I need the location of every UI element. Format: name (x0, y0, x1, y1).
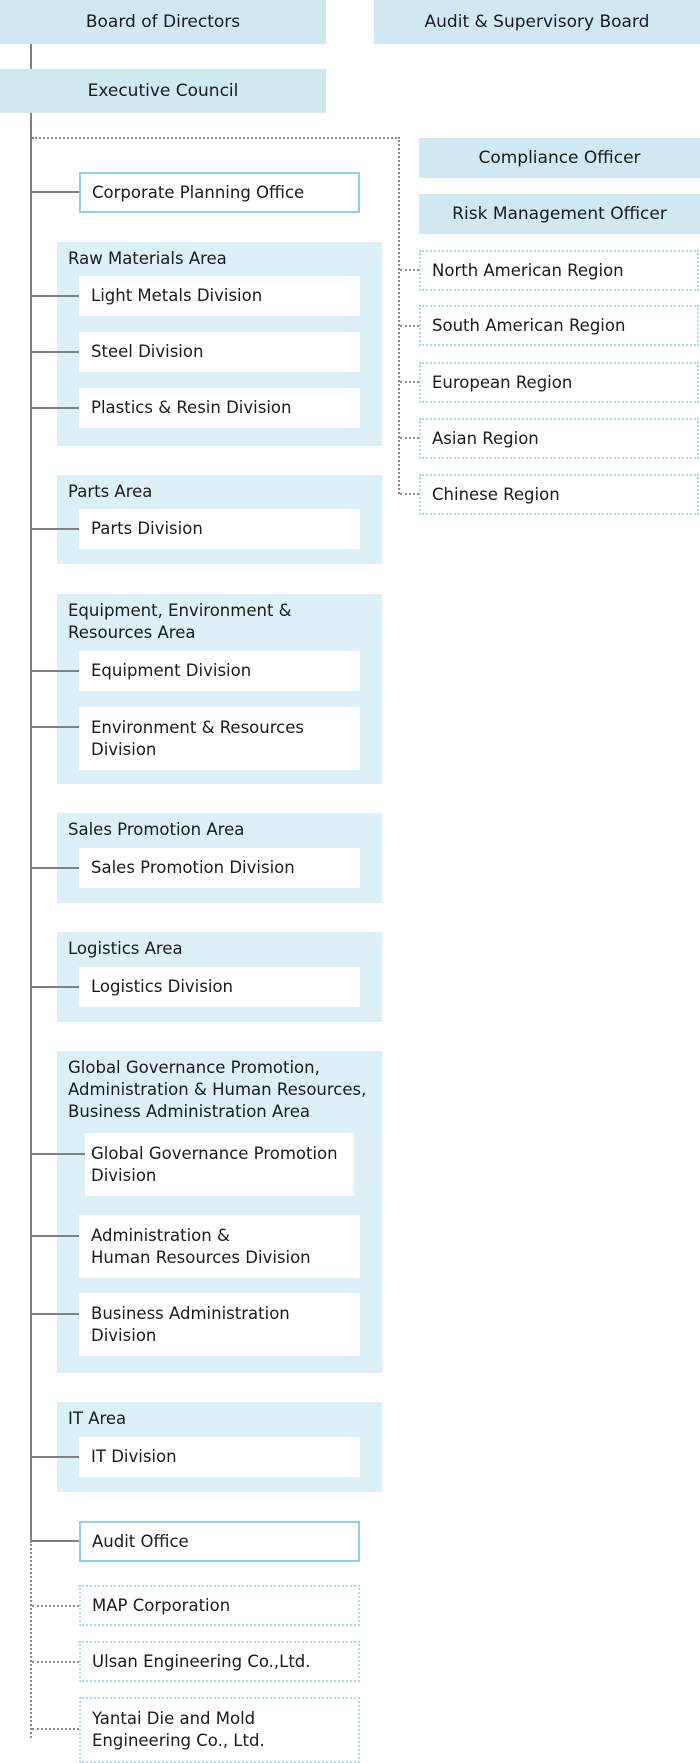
audit-office-box: Audit Office (79, 1521, 360, 1562)
audit-supervisory-board-label: Audit & Supervisory Board (424, 12, 650, 32)
region-label: South American Region (432, 315, 626, 335)
connector-line (32, 726, 79, 728)
connector-line (32, 295, 79, 297)
region-box: North American Region (419, 250, 699, 291)
division-box: Equipment Division (79, 651, 360, 691)
division-label: Equipment Division (91, 661, 252, 680)
board-of-directors-label: Board of Directors (85, 12, 241, 32)
connector-line (32, 351, 79, 353)
division-box: Steel Division (79, 332, 360, 372)
division-box: Environment & Resources Division (79, 707, 360, 770)
regions-trunk-dotted-line (398, 137, 400, 494)
area-title: IT Area (68, 1409, 127, 1428)
connector-line (30, 44, 32, 69)
division-box: Light Metals Division (79, 276, 360, 316)
connector-line (32, 1313, 79, 1315)
affiliate-label: MAP Corporation (92, 1595, 231, 1615)
area-title: Parts Area (68, 482, 153, 501)
connector-dotted-line (32, 1728, 79, 1730)
risk-management-officer-label: Risk Management Officer (452, 204, 667, 224)
connector-line (32, 528, 79, 530)
corporate-planning-office-box: Corporate Planning Office (79, 172, 360, 213)
division-box: Administration & Human Resources Divisio… (79, 1215, 360, 1278)
executive-council-label: Executive Council (87, 81, 239, 101)
region-label: Chinese Region (432, 484, 560, 504)
division-box: Parts Division (79, 509, 360, 549)
connector-line (32, 1456, 79, 1458)
region-label: North American Region (432, 260, 624, 280)
division-label: IT Division (91, 1447, 177, 1466)
connector-dotted-line (400, 493, 419, 495)
division-label: Light Metals Division (91, 286, 263, 305)
area-title: Global Governance Promotion, Administrat… (68, 1058, 367, 1121)
compliance-officer-box: Compliance Officer (419, 138, 700, 178)
affiliate-label: Yantai Die and Mold Engineering Co., Ltd… (92, 1709, 265, 1750)
division-label: Business Administration Division (91, 1303, 290, 1345)
affiliate-label: Ulsan Engineering Co.,Ltd. (92, 1651, 311, 1671)
division-label: Parts Division (91, 519, 203, 538)
region-label: Asian Region (432, 428, 539, 448)
area-title: Equipment, Environment & Resources Area (68, 601, 292, 642)
division-box: IT Division (79, 1437, 360, 1477)
area-title: Sales Promotion Area (68, 820, 245, 839)
risk-management-officer-box: Risk Management Officer (419, 194, 700, 234)
division-label: Plastics & Resin Division (91, 398, 292, 417)
connector-line (32, 1540, 79, 1542)
division-label: Environment & Resources Division (91, 717, 304, 759)
region-box: South American Region (419, 305, 699, 346)
connector-dotted-line (400, 437, 419, 439)
audit-supervisory-board-box: Audit & Supervisory Board (374, 0, 700, 44)
connector-dotted-line (400, 325, 419, 327)
board-of-directors-box: Board of Directors (0, 0, 326, 44)
connector-line (32, 670, 79, 672)
affiliate-trunk-dotted-line (30, 1541, 32, 1738)
division-box: Global Governance Promotion Division (85, 1133, 354, 1196)
division-label: Sales Promotion Division (91, 858, 295, 877)
division-box: Business Administration Division (79, 1293, 360, 1356)
area-title: Logistics Area (68, 939, 183, 958)
connector-line (32, 867, 79, 869)
main-trunk-line (30, 113, 32, 1541)
area-title: Raw Materials Area (68, 249, 227, 268)
affiliate-box: Yantai Die and Mold Engineering Co., Ltd… (79, 1697, 360, 1763)
regions-branch-dotted-line (32, 137, 400, 139)
corporate-planning-office-label: Corporate Planning Office (92, 183, 305, 202)
affiliate-box: Ulsan Engineering Co.,Ltd. (79, 1641, 360, 1682)
connector-line (32, 986, 79, 988)
division-box: Logistics Division (79, 967, 360, 1007)
region-box: Asian Region (419, 418, 699, 459)
connector-line (32, 191, 79, 193)
connector-line (32, 1153, 85, 1155)
connector-dotted-line (32, 1605, 79, 1607)
region-box: Chinese Region (419, 474, 699, 515)
connector-line (32, 407, 79, 409)
connector-line (32, 1235, 79, 1237)
region-box: European Region (419, 362, 699, 403)
division-label: Logistics Division (91, 977, 233, 996)
affiliate-box: MAP Corporation (79, 1585, 360, 1626)
division-label: Global Governance Promotion Division (91, 1143, 338, 1185)
connector-dotted-line (400, 269, 419, 271)
division-box: Plastics & Resin Division (79, 388, 360, 428)
connector-dotted-line (400, 381, 419, 383)
audit-office-label: Audit Office (92, 1532, 189, 1551)
connector-dotted-line (32, 1661, 79, 1663)
division-label: Steel Division (91, 342, 204, 361)
division-label: Administration & Human Resources Divisio… (91, 1225, 311, 1267)
region-label: European Region (432, 372, 573, 392)
compliance-officer-label: Compliance Officer (478, 148, 641, 168)
division-box: Sales Promotion Division (79, 848, 360, 888)
executive-council-box: Executive Council (0, 69, 326, 113)
